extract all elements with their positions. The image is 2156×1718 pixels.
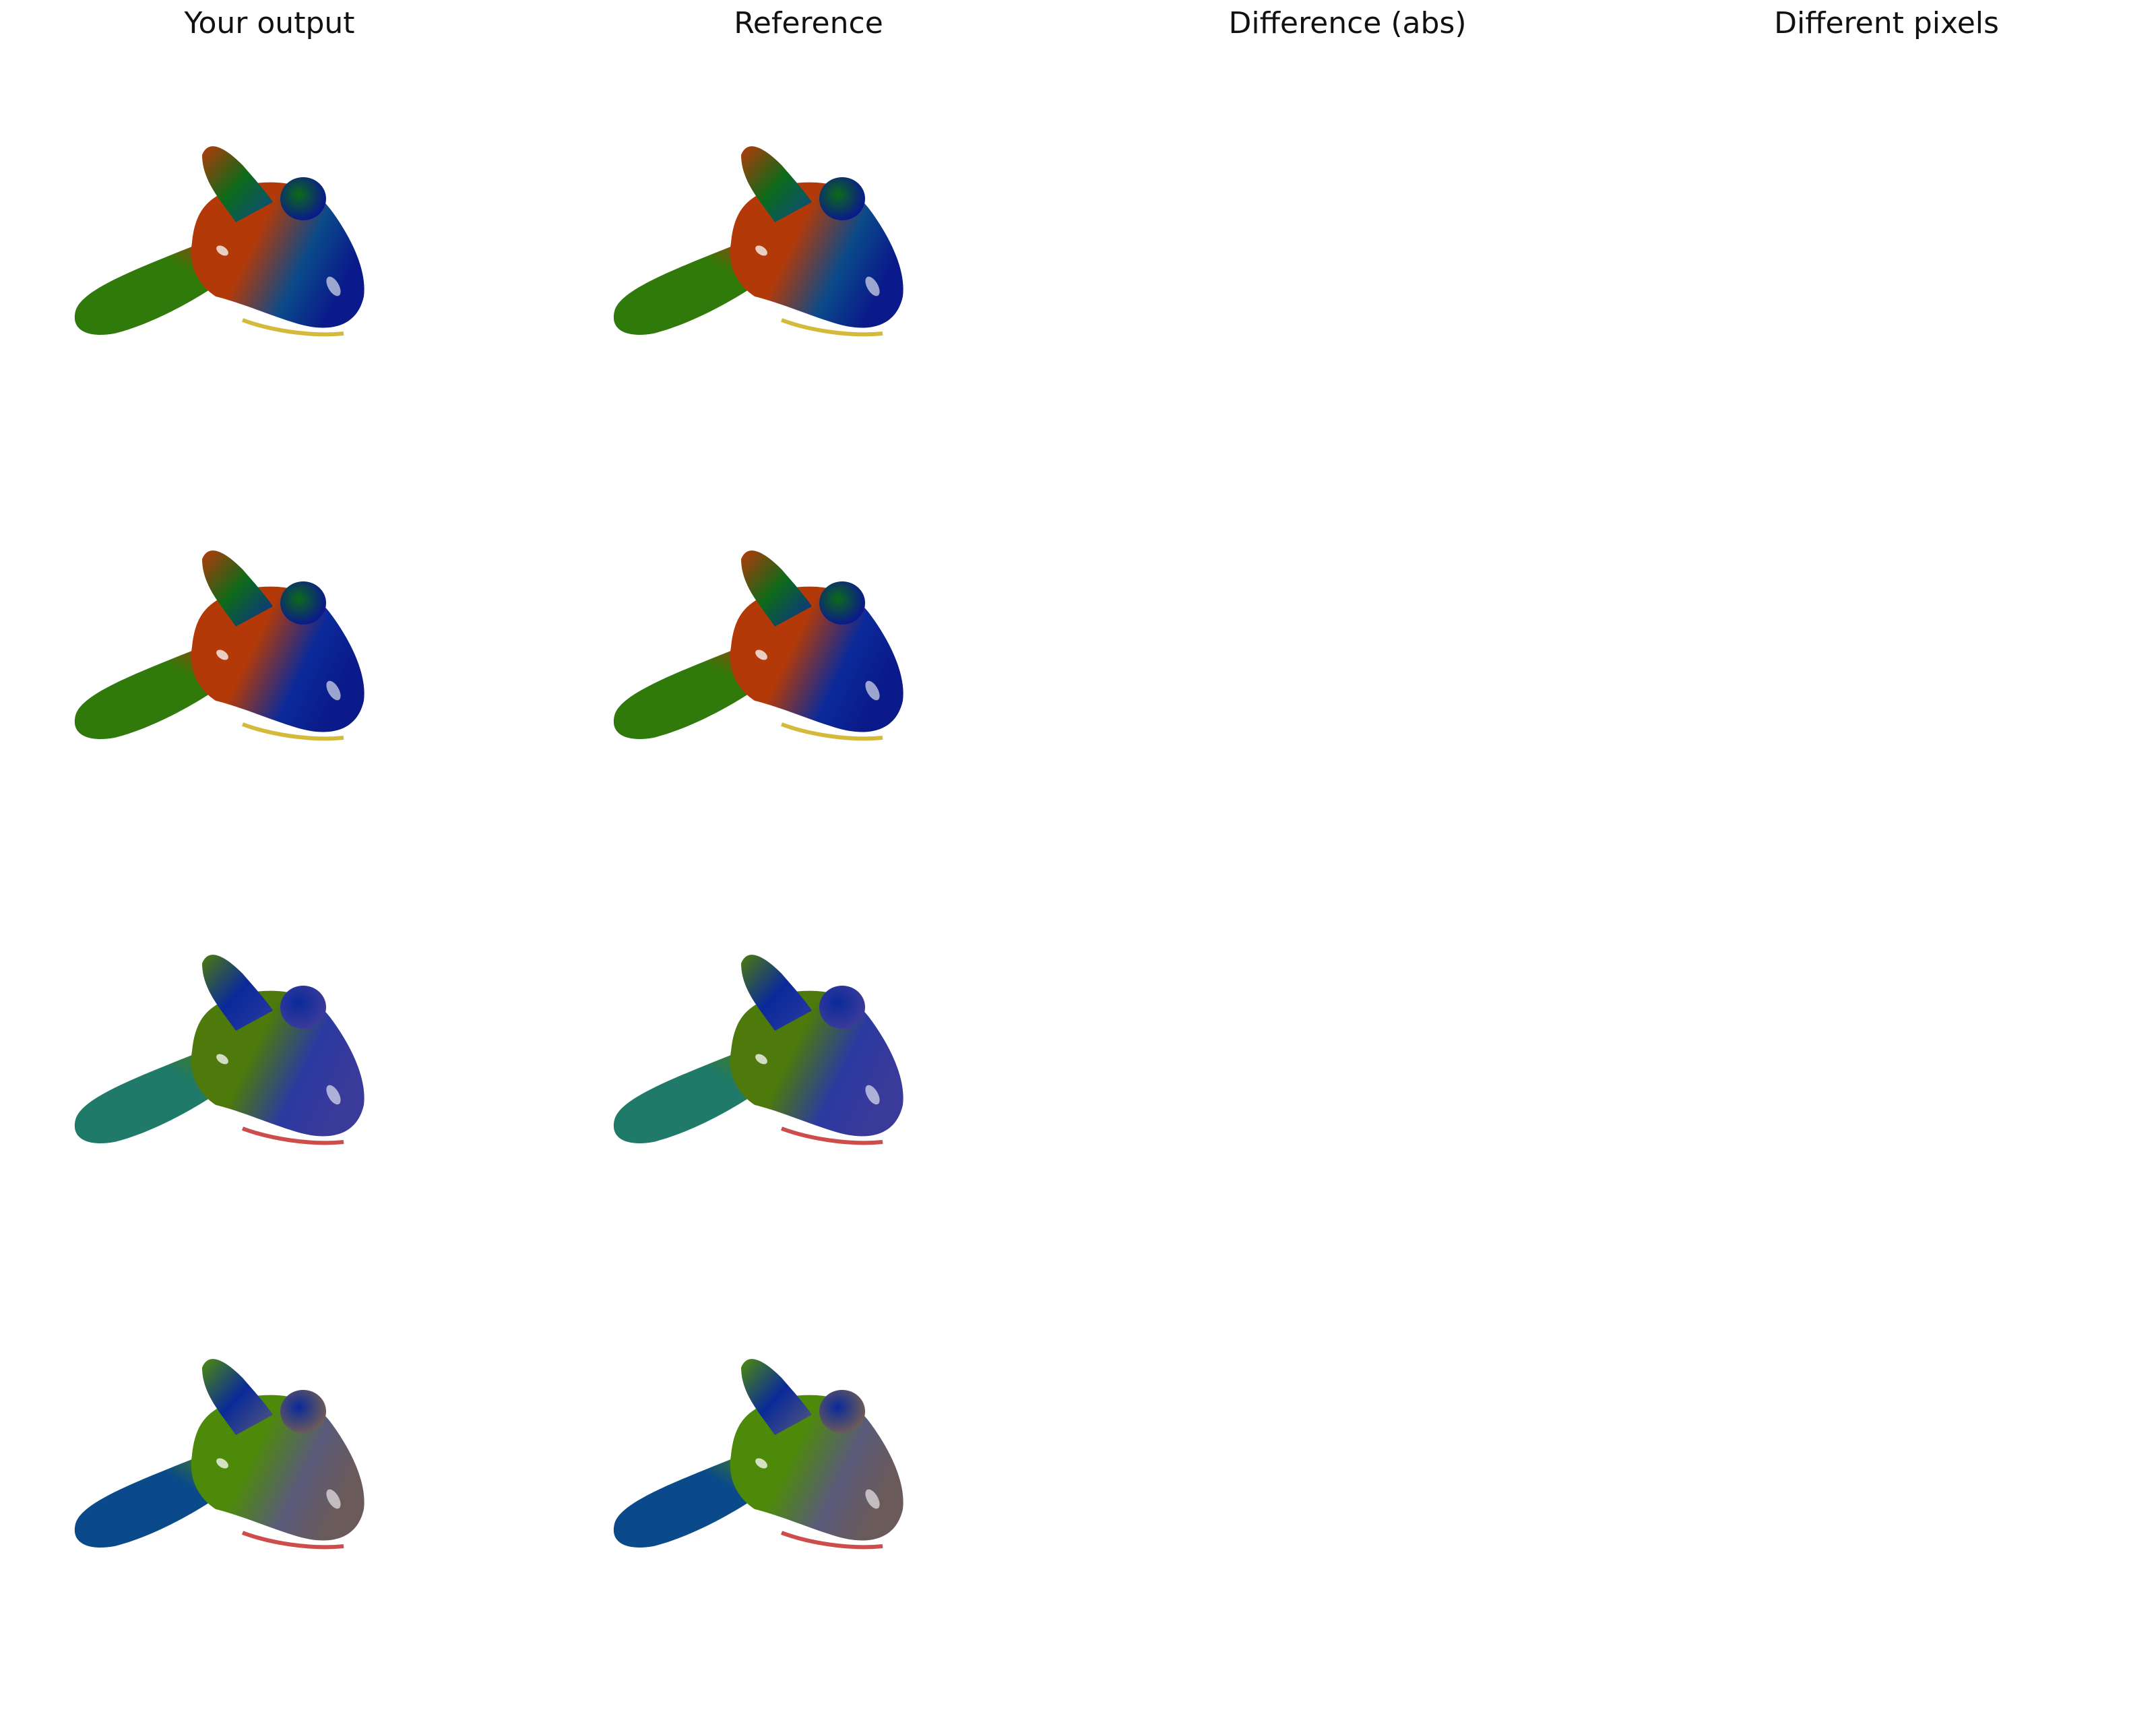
cell-reference-row-4 xyxy=(539,1314,1078,1718)
plane-body xyxy=(730,1395,903,1541)
plane-dome xyxy=(819,581,865,625)
cell-different-pixels-row-4 xyxy=(1617,1314,2156,1718)
column-header-different-pixels: Different pixels xyxy=(1774,6,1999,40)
plane-body xyxy=(191,990,364,1137)
cell-different-pixels-row-2 xyxy=(1617,505,2156,910)
cell-your-output-row-3 xyxy=(0,910,539,1314)
column-header-difference-abs: Difference (abs) xyxy=(1228,6,1467,40)
plane-dome xyxy=(819,177,865,220)
plane-dome xyxy=(280,1390,326,1433)
cell-your-output-row-4 xyxy=(0,1314,539,1718)
cell-reference-row-1 xyxy=(539,101,1078,505)
plane-body xyxy=(191,586,364,732)
plane-dome xyxy=(819,986,865,1029)
plane-body xyxy=(730,990,903,1137)
plane-dome xyxy=(819,1390,865,1433)
column-header-your-output: Your output xyxy=(184,6,355,40)
plane-body xyxy=(730,182,903,328)
cell-your-output-row-1 xyxy=(0,101,539,505)
plane-dome xyxy=(280,581,326,625)
plane-dome xyxy=(280,986,326,1029)
plane-body xyxy=(191,182,364,328)
cell-difference-abs-row-3 xyxy=(1078,910,1617,1314)
column-header-reference: Reference xyxy=(734,6,883,40)
cell-difference-abs-row-1 xyxy=(1078,101,1617,505)
plane-body xyxy=(730,586,903,732)
cell-difference-abs-row-4 xyxy=(1078,1314,1617,1718)
cell-reference-row-3 xyxy=(539,910,1078,1314)
cell-difference-abs-row-2 xyxy=(1078,505,1617,910)
cell-reference-row-2 xyxy=(539,505,1078,910)
cell-different-pixels-row-1 xyxy=(1617,101,2156,505)
plane-body xyxy=(191,1395,364,1541)
cell-your-output-row-2 xyxy=(0,505,539,910)
cell-different-pixels-row-3 xyxy=(1617,910,2156,1314)
plane-dome xyxy=(280,177,326,220)
